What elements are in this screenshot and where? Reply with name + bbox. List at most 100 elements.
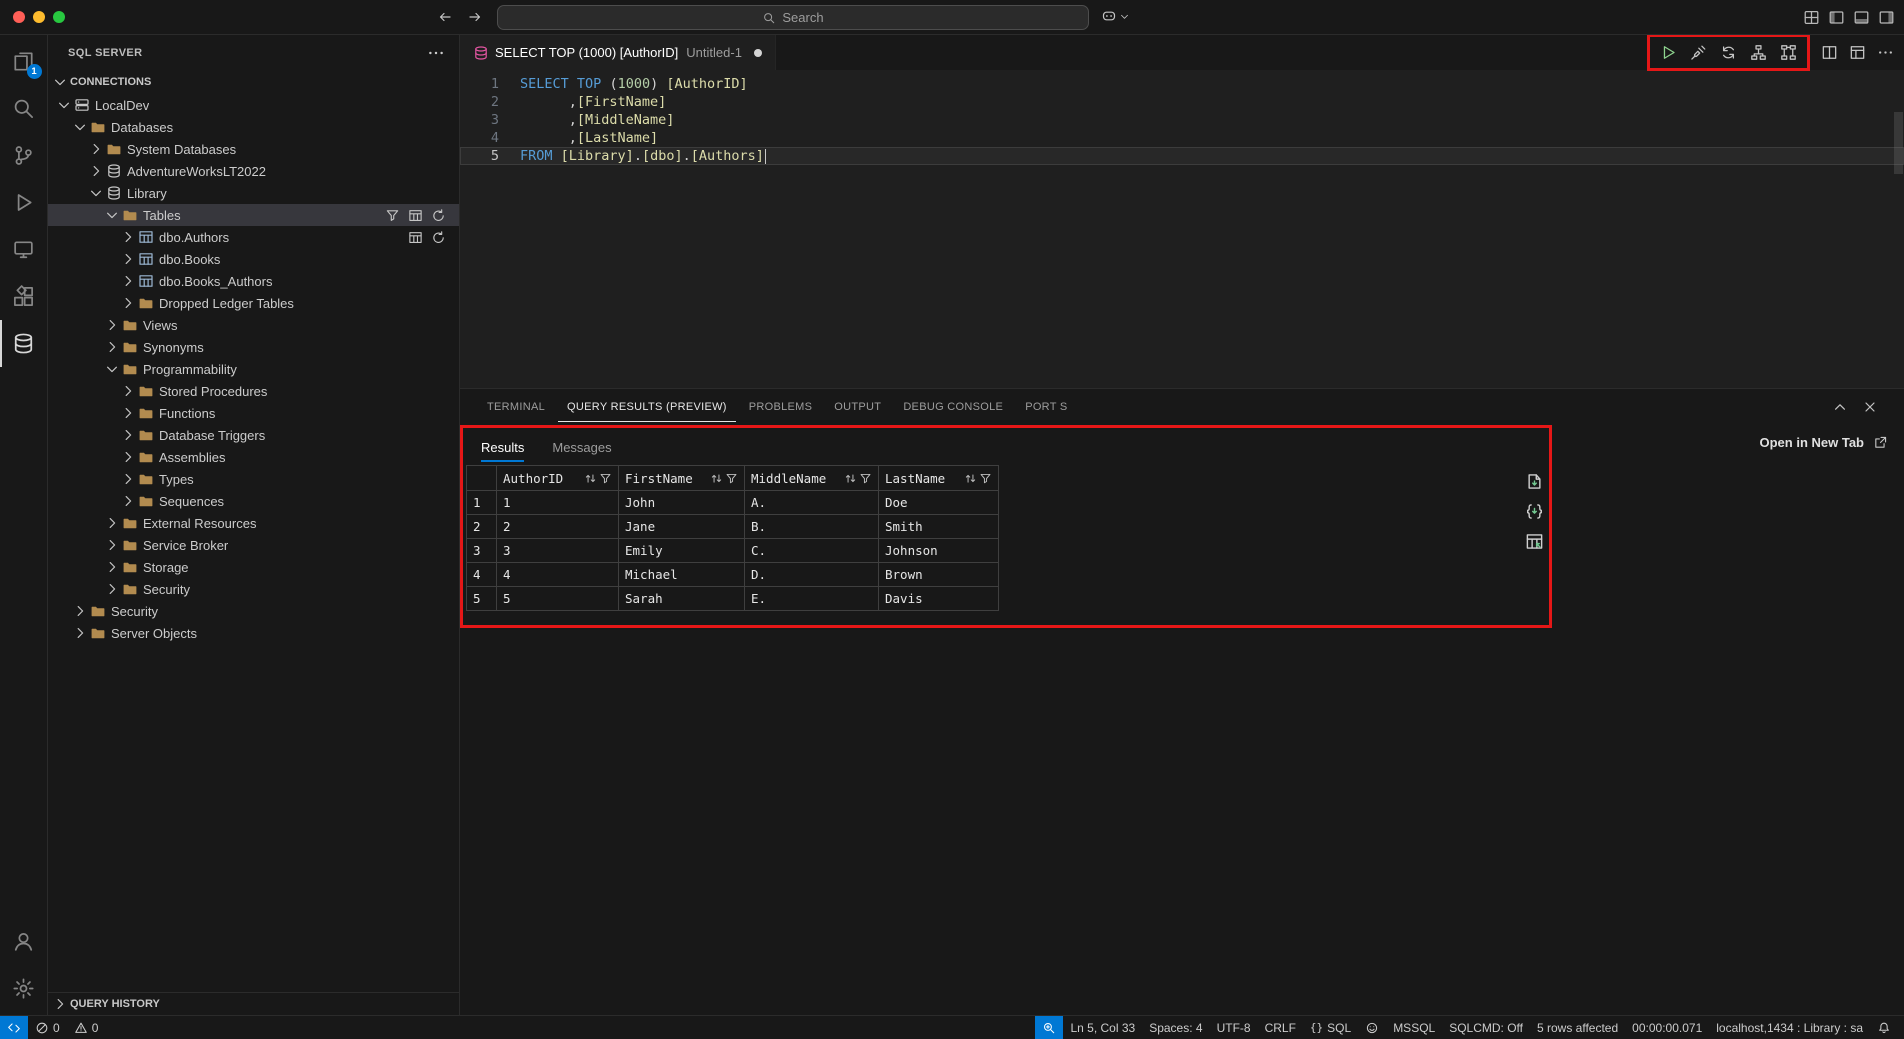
- error-count[interactable]: 0: [28, 1016, 67, 1039]
- chevron-right-icon[interactable]: [72, 603, 88, 619]
- tree-item-sequences[interactable]: Sequences: [48, 490, 459, 512]
- query-time[interactable]: 00:00:00.071: [1625, 1016, 1709, 1039]
- tree-item-programmability[interactable]: Programmability: [48, 358, 459, 380]
- row-number-cell[interactable]: 1: [467, 491, 497, 515]
- layout-panel-icon[interactable]: [1853, 9, 1870, 26]
- panel-tab-problems[interactable]: PROBLEMS: [740, 391, 822, 422]
- chevron-right-icon[interactable]: [104, 339, 120, 355]
- results-tab-messages[interactable]: Messages: [552, 440, 611, 462]
- maximize-panel-icon[interactable]: [1832, 399, 1848, 415]
- grid-cell[interactable]: Brown: [879, 563, 999, 587]
- chevron-right-icon[interactable]: [120, 449, 136, 465]
- filter-icon[interactable]: [725, 472, 738, 485]
- forward-icon[interactable]: [467, 9, 483, 25]
- code-line-2[interactable]: 2 ,[FirstName]: [460, 93, 1904, 111]
- layout-grid-icon[interactable]: [1803, 9, 1820, 26]
- close-panel-icon[interactable]: [1862, 399, 1878, 415]
- tree-item-databases[interactable]: Databases: [48, 116, 459, 138]
- open-in-new-tab-button[interactable]: Open in New Tab: [1760, 435, 1889, 450]
- chevron-right-icon[interactable]: [88, 141, 104, 157]
- grid-cell[interactable]: 3: [497, 539, 619, 563]
- results-tab-results[interactable]: Results: [481, 440, 524, 462]
- sqlcmd-status[interactable]: SQLCMD: Off: [1442, 1016, 1530, 1039]
- panel-tab-debug-console[interactable]: DEBUG CONSOLE: [894, 391, 1012, 422]
- tree-item-tables[interactable]: Tables: [48, 204, 459, 226]
- grid-cell[interactable]: Michael: [619, 563, 745, 587]
- grid-cell[interactable]: Smith: [879, 515, 999, 539]
- chevron-right-icon[interactable]: [120, 427, 136, 443]
- back-icon[interactable]: [437, 9, 453, 25]
- command-center-search[interactable]: Search: [497, 5, 1089, 30]
- editor-tab[interactable]: SELECT TOP (1000) [AuthorID] Untitled-1: [460, 35, 776, 70]
- chevron-right-icon[interactable]: [120, 383, 136, 399]
- change-connection-button[interactable]: [1720, 44, 1737, 61]
- grid-cell[interactable]: John: [619, 491, 745, 515]
- connections-section-header[interactable]: CONNECTIONS: [48, 70, 459, 94]
- grid-icon[interactable]: [408, 208, 423, 223]
- encoding[interactable]: UTF-8: [1210, 1016, 1258, 1039]
- code-line-4[interactable]: 4 ,[LastName]: [460, 129, 1904, 147]
- grid-cell[interactable]: E.: [745, 587, 879, 611]
- tree-item-assemblies[interactable]: Assemblies: [48, 446, 459, 468]
- chevron-right-icon[interactable]: [120, 229, 136, 245]
- chevron-right-icon[interactable]: [104, 537, 120, 553]
- connect-button[interactable]: [1690, 44, 1707, 61]
- save-as-excel-icon[interactable]: [1525, 532, 1544, 551]
- grid-cell[interactable]: C.: [745, 539, 879, 563]
- grid-cell[interactable]: Davis: [879, 587, 999, 611]
- chevron-down-icon[interactable]: [72, 119, 88, 135]
- tree-item-external-resources[interactable]: External Resources: [48, 512, 459, 534]
- layout-sidebar-left-icon[interactable]: [1828, 9, 1845, 26]
- code-editor[interactable]: 1SELECT TOP (1000) [AuthorID]2 ,[FirstNa…: [460, 70, 1904, 388]
- unsaved-changes-indicator[interactable]: [754, 49, 762, 57]
- chevron-right-icon[interactable]: [120, 471, 136, 487]
- filter-icon[interactable]: [979, 472, 992, 485]
- code-line-5[interactable]: 5FROM [Library].[dbo].[Authors]: [460, 147, 1904, 165]
- run-query-button[interactable]: [1660, 44, 1677, 61]
- grid-icon[interactable]: [408, 230, 423, 245]
- cursor-position[interactable]: Ln 5, Col 33: [1063, 1016, 1142, 1039]
- chevron-down-icon[interactable]: [104, 361, 120, 377]
- grid-cell[interactable]: Doe: [879, 491, 999, 515]
- activity-bar-item-explorer[interactable]: 1: [0, 38, 48, 85]
- more-actions-button[interactable]: [1877, 44, 1894, 61]
- grid-cell[interactable]: 1: [497, 491, 619, 515]
- tree-item-library[interactable]: Library: [48, 182, 459, 204]
- tree-item-system-databases[interactable]: System Databases: [48, 138, 459, 160]
- warning-count[interactable]: 0: [67, 1016, 106, 1039]
- activity-bar-item-search[interactable]: [0, 85, 48, 132]
- language-mode[interactable]: {}SQL: [1303, 1016, 1358, 1039]
- grid-corner-cell[interactable]: [467, 466, 497, 491]
- column-header-firstname[interactable]: FirstName: [619, 466, 745, 491]
- tree-item-synonyms[interactable]: Synonyms: [48, 336, 459, 358]
- language-status[interactable]: [1358, 1016, 1386, 1039]
- panel-tab-query-results-preview[interactable]: QUERY RESULTS (PREVIEW): [558, 391, 736, 422]
- tree-item-dbo-books[interactable]: dbo.Books: [48, 248, 459, 270]
- chevron-down-icon[interactable]: [88, 185, 104, 201]
- copilot-menu[interactable]: [1101, 8, 1130, 24]
- code-line-3[interactable]: 3 ,[MiddleName]: [460, 111, 1904, 129]
- tree-item-security[interactable]: Security: [48, 600, 459, 622]
- tree-item-localdev[interactable]: LocalDev: [48, 94, 459, 116]
- panel-tab-output[interactable]: OUTPUT: [825, 391, 890, 422]
- tree-item-service-broker[interactable]: Service Broker: [48, 534, 459, 556]
- save-as-csv-icon[interactable]: [1525, 472, 1544, 491]
- activity-bar-item-remote-explorer[interactable]: [0, 226, 48, 273]
- maximize-window-button[interactable]: [53, 11, 65, 23]
- tree-item-database-triggers[interactable]: Database Triggers: [48, 424, 459, 446]
- sort-icon[interactable]: [710, 472, 723, 485]
- editor-scrollbar[interactable]: [1894, 112, 1903, 174]
- minimize-window-button[interactable]: [33, 11, 45, 23]
- query-history-section-header[interactable]: QUERY HISTORY: [48, 992, 459, 1015]
- grid-cell[interactable]: B.: [745, 515, 879, 539]
- row-number-cell[interactable]: 2: [467, 515, 497, 539]
- filter-icon[interactable]: [599, 472, 612, 485]
- sidebar-more-actions-icon[interactable]: [427, 44, 445, 62]
- grid-cell[interactable]: 4: [497, 563, 619, 587]
- grid-cell[interactable]: Sarah: [619, 587, 745, 611]
- chevron-right-icon[interactable]: [120, 251, 136, 267]
- rows-affected[interactable]: 5 rows affected: [1530, 1016, 1625, 1039]
- sort-icon[interactable]: [844, 472, 857, 485]
- column-header-authorid[interactable]: AuthorID: [497, 466, 619, 491]
- chevron-right-icon[interactable]: [72, 625, 88, 641]
